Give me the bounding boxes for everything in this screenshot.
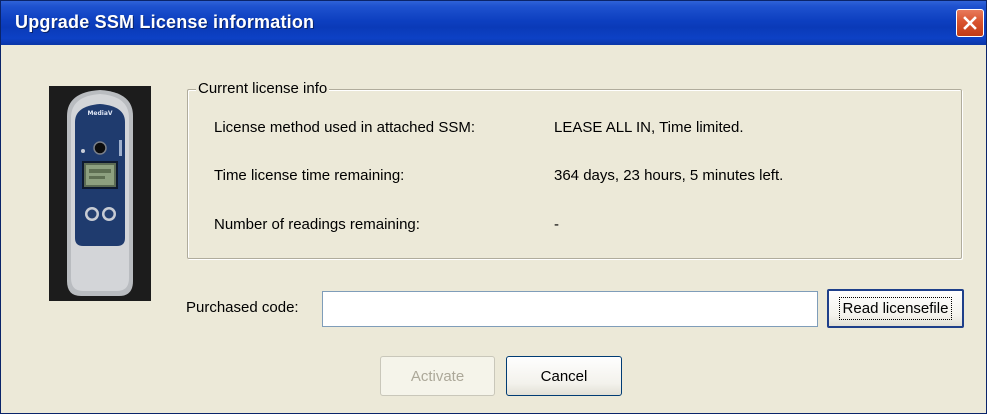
group-legend: Current license info	[196, 80, 330, 98]
read-licensefile-label: Read licensefile	[838, 297, 953, 320]
cancel-button[interactable]: Cancel	[506, 356, 622, 396]
purchased-code-label: Purchased code:	[186, 299, 299, 316]
title-bar[interactable]: Upgrade SSM License information	[1, 1, 986, 45]
readings-remaining-label: Number of readings remaining:	[214, 216, 420, 233]
device-image: MediaV	[49, 86, 151, 301]
read-licensefile-button[interactable]: Read licensefile	[827, 289, 964, 328]
time-remaining-label: Time license time remaining:	[214, 167, 405, 184]
readings-remaining-value: -	[554, 216, 559, 233]
window-title: Upgrade SSM License information	[15, 12, 315, 32]
close-icon	[963, 16, 977, 30]
license-dialog: Upgrade SSM License information MediaV C…	[0, 0, 987, 414]
current-license-group: Current license info License method used…	[187, 80, 962, 259]
license-method-label: License method used in attached SSM:	[214, 119, 475, 136]
activate-button[interactable]: Activate	[380, 356, 495, 396]
device-brand-text: MediaV	[87, 110, 112, 117]
time-remaining-value: 364 days, 23 hours, 5 minutes left.	[554, 167, 784, 184]
device-illustration: MediaV	[49, 86, 151, 301]
license-method-value: LEASE ALL IN, Time limited.	[554, 119, 744, 136]
purchased-code-input[interactable]	[322, 291, 818, 327]
close-button[interactable]	[956, 9, 984, 37]
